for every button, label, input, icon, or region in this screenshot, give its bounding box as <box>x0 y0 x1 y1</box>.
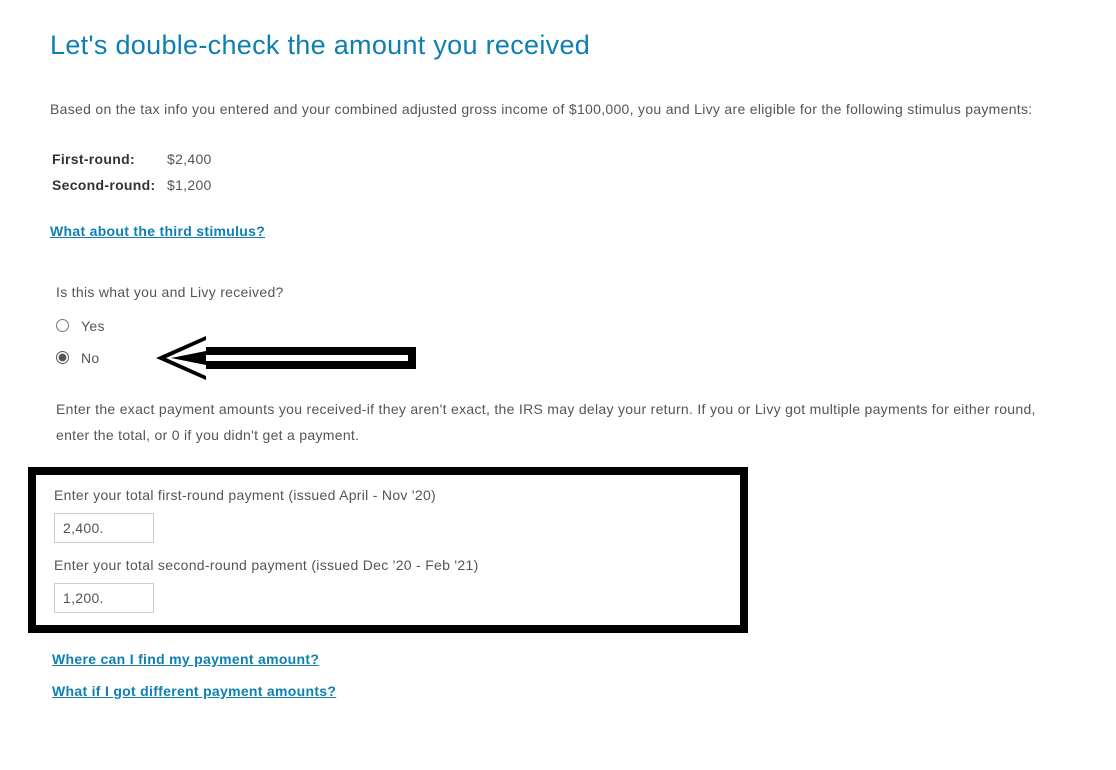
different-amounts-link[interactable]: What if I got different payment amounts? <box>52 683 336 699</box>
first-round-value: $2,400 <box>167 151 212 167</box>
payment-inputs-box: Enter your total first-round payment (is… <box>28 467 748 633</box>
first-payment-input[interactable] <box>54 513 154 543</box>
second-payment-group: Enter your total second-round payment (i… <box>54 557 722 613</box>
third-stimulus-link[interactable]: What about the third stimulus? <box>50 223 265 239</box>
radio-yes-row: Yes <box>56 318 1066 334</box>
radio-no-row: No <box>56 350 1066 366</box>
page-title: Let's double-check the amount you receiv… <box>50 30 1066 61</box>
second-round-row: Second-round: $1,200 <box>52 177 1066 193</box>
find-payment-link[interactable]: Where can I find my payment amount? <box>52 651 319 667</box>
radio-yes[interactable] <box>56 319 69 332</box>
question-block: Is this what you and Livy received? Yes … <box>56 284 1066 366</box>
radio-no[interactable] <box>56 351 69 364</box>
annotation-arrow <box>156 333 416 386</box>
second-payment-input[interactable] <box>54 583 154 613</box>
first-payment-group: Enter your total first-round payment (is… <box>54 487 722 543</box>
second-round-value: $1,200 <box>167 177 212 193</box>
second-payment-label: Enter your total second-round payment (i… <box>54 557 722 573</box>
first-round-label: First-round: <box>52 151 167 167</box>
second-round-label: Second-round: <box>52 177 167 193</box>
instruction-text: Enter the exact payment amounts you rece… <box>56 396 1066 449</box>
radio-yes-label: Yes <box>81 318 105 334</box>
first-payment-label: Enter your total first-round payment (is… <box>54 487 722 503</box>
intro-text: Based on the tax info you entered and yo… <box>50 96 1066 123</box>
stimulus-rounds-table: First-round: $2,400 Second-round: $1,200 <box>52 151 1066 193</box>
bottom-links: Where can I find my payment amount? What… <box>52 651 1066 699</box>
radio-no-label: No <box>81 350 100 366</box>
question-text: Is this what you and Livy received? <box>56 284 1066 300</box>
first-round-row: First-round: $2,400 <box>52 151 1066 167</box>
arrow-icon <box>156 333 416 383</box>
